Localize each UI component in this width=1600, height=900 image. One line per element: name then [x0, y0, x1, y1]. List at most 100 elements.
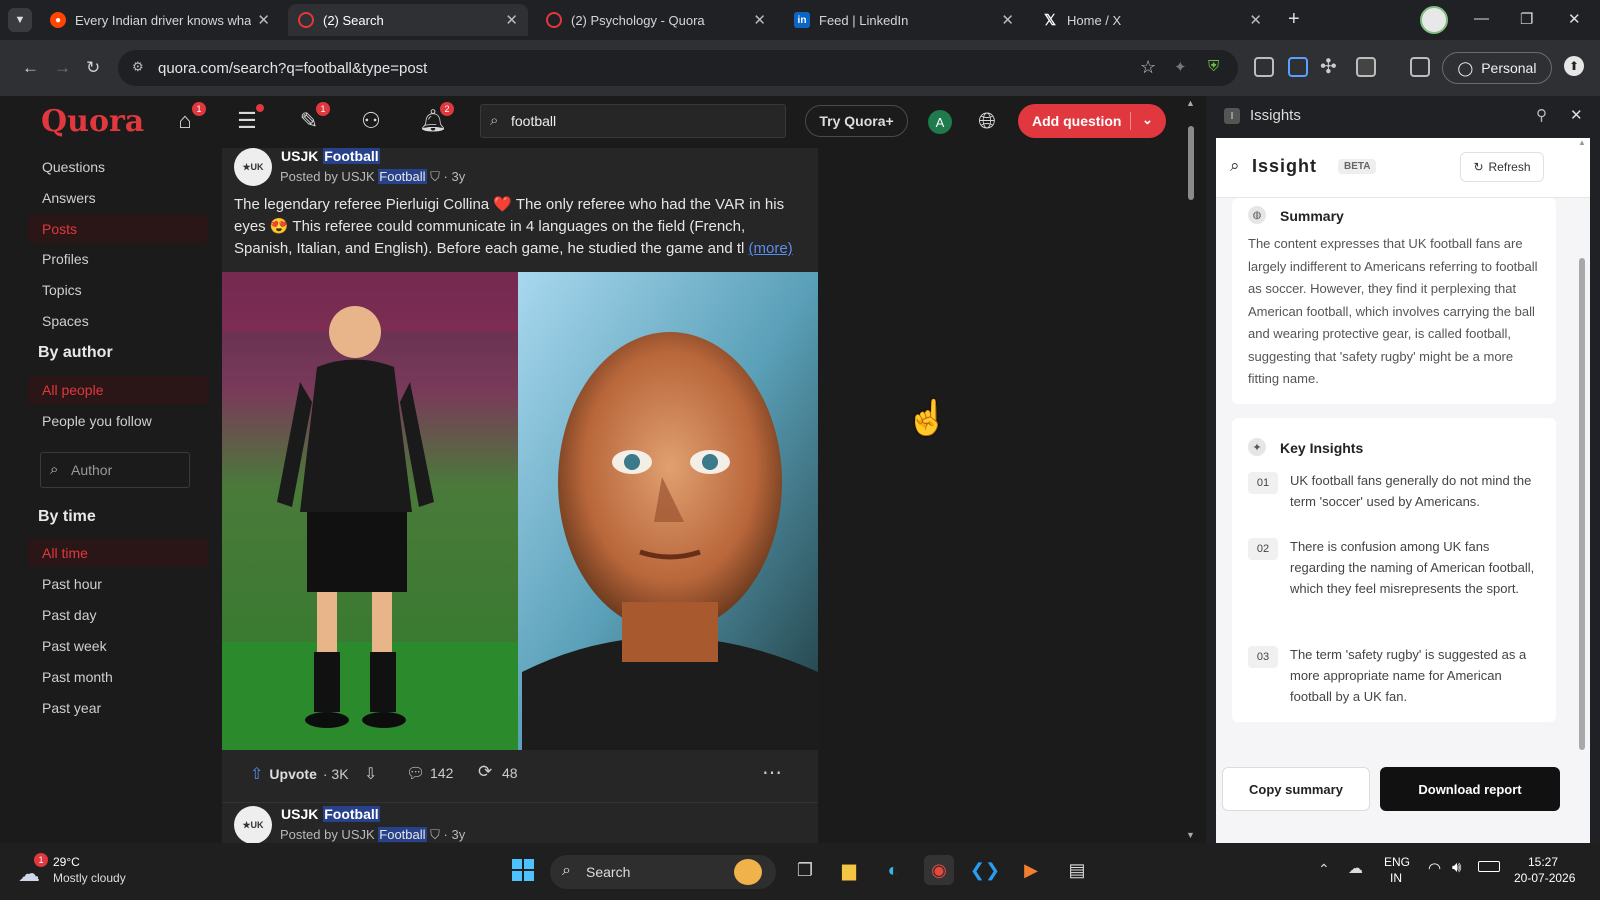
edge-icon[interactable]: ◐: [878, 855, 908, 885]
filter-all-time[interactable]: All time: [28, 539, 208, 567]
collections-icon[interactable]: [1410, 57, 1430, 77]
close-icon[interactable]: ✕: [505, 11, 518, 29]
post-image[interactable]: [222, 272, 818, 750]
filter-topics[interactable]: Topics: [28, 276, 208, 304]
filter-past-hour[interactable]: Past hour: [28, 570, 208, 598]
shield-icon[interactable]: ⛨: [1208, 58, 1219, 75]
start-icon[interactable]: [508, 855, 538, 885]
chevron-up-icon[interactable]: ⌃: [1318, 861, 1330, 878]
profile-button[interactable]: ◯ Personal: [1442, 52, 1552, 84]
restore-icon[interactable]: ❐: [1520, 10, 1533, 28]
address-bar[interactable]: ⚙ quora.com/search?q=football&type=post …: [118, 50, 1238, 86]
window-close-icon[interactable]: ✕: [1568, 10, 1581, 28]
close-icon[interactable]: ✕: [753, 11, 766, 29]
notifications-icon[interactable]: 🔔︎ 2: [418, 102, 454, 136]
close-icon[interactable]: ✕: [1001, 11, 1014, 29]
home-icon[interactable]: ⌂ 1: [170, 102, 206, 136]
user-avatar[interactable]: A: [928, 110, 952, 134]
sidebar-toggle-icon[interactable]: [1356, 57, 1376, 77]
more-options-icon[interactable]: ⋯: [762, 760, 782, 785]
file-explorer-icon[interactable]: ▆: [834, 855, 864, 885]
page-scrollbar[interactable]: ▲ ▼: [1186, 96, 1196, 843]
lang-top[interactable]: ENG: [1384, 855, 1410, 869]
download-icon[interactable]: ⬆: [1564, 56, 1584, 76]
pin-icon[interactable]: ⚲: [1536, 106, 1547, 124]
tab-quora-psychology[interactable]: (2) Psychology - Quora ✕: [536, 4, 776, 36]
site-settings-icon[interactable]: ⚙: [132, 59, 144, 75]
more-link[interactable]: (more): [749, 240, 793, 257]
zoom-icon[interactable]: [1254, 57, 1274, 77]
filter-people-you-follow[interactable]: People you follow: [28, 407, 208, 435]
author-name[interactable]: USJK Football: [280, 148, 380, 164]
author-avatar[interactable]: ★UK: [234, 148, 272, 186]
post-text[interactable]: The legendary referee Pierluigi Collina …: [234, 194, 806, 260]
back-icon[interactable]: ←: [22, 58, 39, 78]
close-icon[interactable]: ✕: [1249, 11, 1262, 29]
volume-icon[interactable]: 🔊︎: [1452, 859, 1461, 876]
panel-close-icon[interactable]: ✕: [1570, 106, 1583, 124]
quora-search-input[interactable]: ⌕ football: [480, 104, 786, 138]
search-highlight-icon: [734, 859, 762, 885]
scroll-thumb[interactable]: [1188, 126, 1194, 200]
scroll-down-icon[interactable]: ▼: [1186, 830, 1195, 840]
filter-past-month[interactable]: Past month: [28, 663, 208, 691]
author-name[interactable]: USJK Football: [280, 806, 380, 822]
star-icon[interactable]: ☆: [1140, 57, 1156, 78]
chevron-down-icon[interactable]: ⌄: [1142, 112, 1153, 128]
spaces-icon[interactable]: ⚇: [356, 106, 386, 136]
tab-linkedin[interactable]: in Feed | LinkedIn ✕: [784, 4, 1024, 36]
tab-reddit[interactable]: ● Every Indian driver knows wha ✕: [40, 4, 280, 36]
answer-icon[interactable]: ✎ 1: [294, 102, 330, 136]
add-question-button[interactable]: Add question ⌄: [1018, 104, 1166, 138]
filter-past-week[interactable]: Past week: [28, 632, 208, 660]
panel-scroll-thumb[interactable]: [1579, 258, 1585, 750]
tab-quora-search[interactable]: (2) Search ✕: [288, 4, 528, 36]
upvote-button[interactable]: ⇧ Upvote · 3K: [242, 759, 357, 789]
reload-icon[interactable]: ↻: [86, 58, 100, 78]
notepad-icon[interactable]: ▤: [1062, 855, 1092, 885]
extension-icon[interactable]: ✦: [1174, 58, 1187, 76]
scroll-up-icon[interactable]: ▲: [1578, 138, 1586, 147]
clock-time[interactable]: 15:27: [1528, 855, 1558, 869]
filter-all-people[interactable]: All people: [28, 376, 208, 404]
comment-icon[interactable]: 💬︎: [406, 764, 425, 782]
weather-widget[interactable]: ☁ 1 29°C Mostly cloudy: [18, 853, 178, 889]
task-view-icon[interactable]: ❐: [790, 855, 820, 885]
filter-answers[interactable]: Answers: [28, 184, 208, 212]
scroll-up-icon[interactable]: ▲: [1186, 98, 1195, 108]
minimize-icon[interactable]: —: [1474, 10, 1489, 27]
copy-summary-button[interactable]: Copy summary: [1222, 767, 1370, 811]
profile-avatar[interactable]: [1420, 6, 1448, 34]
chrome-icon[interactable]: ◉: [924, 855, 954, 885]
filter-questions[interactable]: Questions: [28, 153, 208, 181]
filter-past-day[interactable]: Past day: [28, 601, 208, 629]
filter-posts[interactable]: Posts: [28, 215, 208, 243]
extensions-puzzle-icon[interactable]: ✣: [1320, 54, 1337, 79]
share-icon[interactable]: ⟳: [478, 762, 492, 782]
close-icon[interactable]: ✕: [257, 11, 270, 29]
try-quora-plus-button[interactable]: Try Quora+: [805, 105, 908, 137]
author-avatar[interactable]: ★UK: [234, 806, 272, 844]
downvote-icon[interactable]: ⇩: [364, 764, 377, 784]
filter-spaces[interactable]: Spaces: [28, 307, 208, 335]
vscode-icon[interactable]: ❮❯: [970, 855, 1000, 885]
following-icon[interactable]: ☰: [232, 104, 264, 136]
author-filter-input[interactable]: ⌕ Author: [40, 452, 190, 488]
refresh-button[interactable]: ↻ Refresh: [1460, 152, 1544, 182]
quora-logo[interactable]: Quora: [41, 104, 144, 139]
filter-past-year[interactable]: Past year: [28, 694, 208, 722]
filter-profiles[interactable]: Profiles: [28, 245, 208, 273]
new-tab-button[interactable]: +: [1288, 8, 1300, 31]
battery-icon[interactable]: [1478, 861, 1500, 872]
tab-x[interactable]: 𝕏 Home / X ✕: [1032, 4, 1272, 36]
forward-icon[interactable]: →: [54, 58, 71, 78]
panel-scrollbar[interactable]: ▲: [1578, 138, 1586, 758]
language-globe-icon[interactable]: 🌐︎: [972, 106, 1002, 136]
onedrive-icon[interactable]: ☁: [1348, 859, 1363, 877]
wifi-icon[interactable]: ◠: [1428, 859, 1441, 877]
taskbar-search[interactable]: ⌕ Search: [550, 855, 776, 889]
capture-icon[interactable]: [1288, 57, 1308, 77]
download-report-button[interactable]: Download report: [1380, 767, 1560, 811]
tab-list-button[interactable]: ▼: [8, 8, 32, 32]
media-player-icon[interactable]: ▶: [1016, 855, 1046, 885]
